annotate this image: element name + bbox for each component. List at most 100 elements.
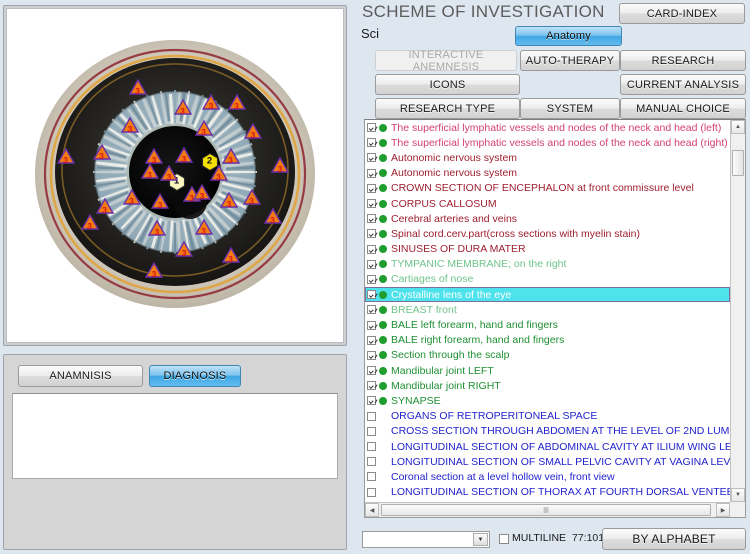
eye-illustration xyxy=(25,26,325,326)
list-item[interactable]: CROWN SECTION OF ENCEPHALON at front com… xyxy=(365,181,730,196)
list-item[interactable]: Coronal section at a level hollow vein, … xyxy=(365,469,730,484)
list-item-label: ORGANS OF RETROPERITONEAL SPACE xyxy=(391,410,597,422)
research-button[interactable]: RESEARCH xyxy=(620,50,746,71)
status-dot-icon xyxy=(379,260,387,268)
list-item[interactable]: CORPUS CALLOSUM xyxy=(365,196,730,211)
list-item[interactable]: BREAST front xyxy=(365,302,730,317)
status-dot-icon xyxy=(379,230,387,238)
list-item[interactable]: CROSS SECTION THROUGH ABDOMEN AT THE LEV… xyxy=(365,424,730,439)
list-item[interactable]: BALE right forearm, hand and fingers xyxy=(365,333,730,348)
diagnosis-text-area[interactable] xyxy=(12,393,338,479)
list-item[interactable]: TYMPANIC MEMBRANE; on the right xyxy=(365,257,730,272)
list-item-checkbox[interactable] xyxy=(367,214,376,223)
list-item[interactable]: Section through the scalp xyxy=(365,348,730,363)
icons-button[interactable]: ICONS xyxy=(375,74,520,95)
vertical-scrollbar[interactable]: ▲ ▼ xyxy=(730,120,745,502)
auto-therapy-button[interactable]: AUTO-THERAPY xyxy=(520,50,620,71)
list-item[interactable]: Cartiages of nose xyxy=(365,272,730,287)
list-item-checkbox[interactable] xyxy=(367,472,376,481)
status-dot-icon xyxy=(379,397,387,405)
investigation-list[interactable]: The superficial lymphatic vessels and no… xyxy=(364,119,746,518)
tab-anamnisis[interactable]: ANAMNISIS xyxy=(18,365,143,387)
list-item-checkbox[interactable] xyxy=(367,229,376,238)
list-item-checkbox[interactable] xyxy=(367,245,376,254)
list-item[interactable]: BALE left forearm, hand and fingers xyxy=(365,317,730,332)
list-item-label: Autonomic nervous system xyxy=(391,152,517,164)
list-item-checkbox[interactable] xyxy=(367,412,376,421)
right-column: SCHEME OF INVESTIGATION Sci CARD-INDEX A… xyxy=(354,0,750,554)
status-dot-icon xyxy=(379,184,387,192)
list-item-checkbox[interactable] xyxy=(367,199,376,208)
list-item-checkbox[interactable] xyxy=(367,290,376,299)
system-button[interactable]: SYSTEM xyxy=(520,98,620,119)
status-dot-icon xyxy=(379,275,387,283)
list-item-checkbox[interactable] xyxy=(367,351,376,360)
anatomy-button[interactable]: Anatomy xyxy=(515,26,622,46)
tab-diagnosis[interactable]: DIAGNOSIS xyxy=(149,365,241,387)
manual-choice-button[interactable]: MANUAL CHOICE xyxy=(620,98,746,119)
list-item-checkbox[interactable] xyxy=(367,153,376,162)
list-item-label: LONGITUDINAL SECTION OF ABDOMINAL CAVITY… xyxy=(391,441,730,453)
notes-tab-bar: ANAMNISIS DIAGNOSIS xyxy=(18,365,340,387)
status-dot-icon xyxy=(379,245,387,253)
current-analysis-button[interactable]: CURRENT ANALYSIS xyxy=(620,74,746,95)
list-item-checkbox[interactable] xyxy=(367,305,376,314)
research-type-button[interactable]: RESEARCH TYPE xyxy=(375,98,520,119)
list-item[interactable]: Mandibular joint RIGHT xyxy=(365,378,730,393)
list-item-checkbox[interactable] xyxy=(367,457,376,466)
scroll-down-icon[interactable]: ▼ xyxy=(731,488,745,502)
list-item[interactable]: The superficial lymphatic vessels and no… xyxy=(365,135,730,150)
list-item-label: Mandibular joint RIGHT xyxy=(391,380,501,392)
scroll-left-icon[interactable]: ◀ xyxy=(365,503,379,517)
horizontal-scroll-thumb[interactable] xyxy=(381,504,711,516)
list-item[interactable]: Autonomic nervous system xyxy=(365,166,730,181)
list-item-checkbox[interactable] xyxy=(367,396,376,405)
list-item[interactable]: ORGANS OF RETROPERITONEAL SPACE xyxy=(365,409,730,424)
status-dot-icon xyxy=(379,382,387,390)
notes-panel: ANAMNISIS DIAGNOSIS xyxy=(3,354,347,550)
horizontal-scrollbar[interactable]: ◀ ▶ xyxy=(365,502,730,517)
list-item-checkbox[interactable] xyxy=(367,427,376,436)
image-canvas[interactable]: 12333333333333333333333333333333 xyxy=(6,8,344,343)
list-content[interactable]: The superficial lymphatic vessels and no… xyxy=(365,120,730,502)
interactive-anemnesis-button: INTERACTIVE ANEMNESIS xyxy=(375,50,517,71)
list-item[interactable]: LONGITUDINAL SECTION OF THORAX AT FOURTH… xyxy=(365,485,730,500)
list-item[interactable]: SINUSES OF DURA MATER xyxy=(365,242,730,257)
scroll-right-icon[interactable]: ▶ xyxy=(716,503,730,517)
list-item-checkbox[interactable] xyxy=(367,442,376,451)
scheme-subtitle: Sci xyxy=(361,26,379,41)
chevron-down-icon[interactable]: ▼ xyxy=(473,533,488,546)
list-item-checkbox[interactable] xyxy=(367,381,376,390)
list-item[interactable]: Autonomic nervous system xyxy=(365,150,730,165)
list-item-label: BALE right forearm, hand and fingers xyxy=(391,334,564,346)
status-dot-icon xyxy=(379,139,387,147)
filter-dropdown[interactable]: ▼ xyxy=(362,531,490,548)
list-item-checkbox[interactable] xyxy=(367,184,376,193)
list-item-checkbox[interactable] xyxy=(367,260,376,269)
list-item-checkbox[interactable] xyxy=(367,169,376,178)
list-item[interactable]: LONGITUDINAL SECTION OF ABDOMINAL CAVITY… xyxy=(365,439,730,454)
list-item-label: LONGITUDINAL SECTION OF THORAX AT FOURTH… xyxy=(391,486,730,498)
list-item[interactable]: Crystalline lens of the eye xyxy=(365,287,730,302)
vertical-scroll-thumb[interactable] xyxy=(732,150,744,176)
list-item[interactable]: LONGITUDINAL SECTION OF SMALL PELVIC CAV… xyxy=(365,454,730,469)
list-item-checkbox[interactable] xyxy=(367,123,376,132)
list-item[interactable]: Cerebral arteries and veins xyxy=(365,211,730,226)
by-alphabet-button[interactable]: BY ALPHABET xyxy=(602,528,746,550)
list-item[interactable]: The superficial lymphatic vessels and no… xyxy=(365,120,730,135)
multiline-checkbox[interactable] xyxy=(499,534,509,544)
list-item-checkbox[interactable] xyxy=(367,488,376,497)
list-item-label: TYMPANIC MEMBRANE; on the right xyxy=(391,258,566,270)
card-index-button[interactable]: CARD-INDEX xyxy=(619,3,745,24)
list-item-checkbox[interactable] xyxy=(367,321,376,330)
list-item-checkbox[interactable] xyxy=(367,138,376,147)
list-item[interactable]: Spinal cord.cerv.part(cross sections wit… xyxy=(365,226,730,241)
list-item-checkbox[interactable] xyxy=(367,366,376,375)
list-item[interactable]: SYNAPSE xyxy=(365,393,730,408)
scroll-up-icon[interactable]: ▲ xyxy=(731,120,745,134)
list-item[interactable]: Mandibular joint LEFT xyxy=(365,363,730,378)
multiline-label: MULTILINE xyxy=(512,532,566,544)
list-item-checkbox[interactable] xyxy=(367,336,376,345)
list-item-checkbox[interactable] xyxy=(367,275,376,284)
status-dot-icon xyxy=(379,215,387,223)
